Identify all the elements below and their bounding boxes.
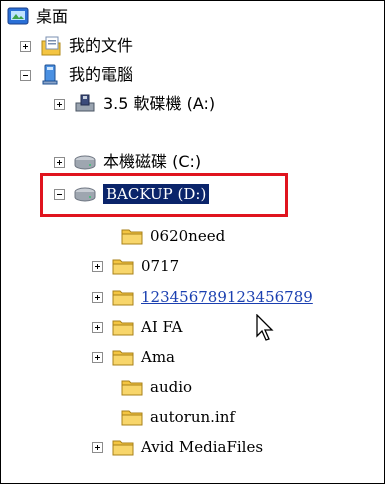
documents-folder-icon — [41, 36, 61, 56]
tree-item-label: audio — [150, 378, 193, 396]
tree-item-label: AI FA — [141, 318, 183, 336]
tree-item-folder[interactable]: Ama — [92, 343, 175, 371]
expand-icon[interactable] — [92, 291, 103, 303]
tree-item-local-disk[interactable]: 本機磁碟 (C:) — [54, 148, 201, 176]
expand-icon[interactable] — [92, 260, 103, 272]
tree-item-folder[interactable]: audio — [120, 373, 192, 401]
tree-item-label: 我的電腦 — [69, 65, 134, 84]
expand-icon[interactable] — [54, 98, 65, 110]
tree-item-label: 桌面 — [36, 7, 69, 26]
tree-item-label: 0620need — [150, 227, 226, 245]
tree-item-label: 3.5 軟碟機 (A:) — [103, 94, 216, 113]
desktop-icon — [7, 7, 29, 25]
folder-icon — [112, 290, 134, 306]
mouse-cursor-icon — [256, 314, 274, 341]
expand-icon[interactable] — [54, 156, 65, 168]
tree-item-label: 0717 — [141, 257, 180, 275]
tree-item-folder[interactable]: 0717 — [92, 252, 179, 280]
tree-item-folder[interactable]: 0620need — [120, 222, 225, 250]
tree-item-folder[interactable]: AI FA — [92, 313, 182, 341]
tree-item-label: 我的文件 — [69, 36, 134, 55]
computer-icon — [42, 64, 58, 85]
tree-item-label: autorun.inf — [150, 408, 235, 426]
tree-item-my-documents[interactable]: 我的文件 — [20, 32, 133, 60]
folder-icon — [112, 350, 134, 366]
expand-icon[interactable] — [92, 351, 103, 363]
tree-item-floppy-drive[interactable]: 3.5 軟碟機 (A:) — [54, 90, 215, 118]
expand-icon[interactable] — [92, 321, 103, 333]
tree-item-label: 本機磁碟 (C:) — [103, 152, 202, 171]
hard-drive-icon — [74, 155, 96, 170]
tree-item-folder[interactable]: 123456789123456789 — [92, 283, 313, 311]
tree-item-label: 123456789123456789 — [141, 288, 313, 306]
expand-icon[interactable] — [92, 441, 103, 453]
tree-item-label: Avid MediaFiles — [141, 438, 264, 456]
folder-icon — [112, 320, 134, 336]
tree-item-folder[interactable]: autorun.inf — [120, 403, 235, 431]
tree-item-desktop[interactable]: 桌面 — [6, 3, 68, 31]
folder-icon — [121, 229, 143, 245]
highlight-annotation-box — [40, 173, 288, 217]
folder-icon — [112, 259, 134, 275]
expand-icon[interactable] — [20, 40, 31, 52]
folder-icon — [112, 440, 134, 456]
collapse-icon[interactable] — [20, 69, 31, 81]
floppy-drive-icon — [75, 94, 95, 112]
folder-icon — [121, 410, 143, 426]
tree-item-folder[interactable]: Avid MediaFiles — [92, 433, 263, 461]
tree-item-label: Ama — [141, 348, 175, 366]
tree-item-my-computer[interactable]: 我的電腦 — [20, 61, 133, 89]
folder-icon — [121, 380, 143, 396]
